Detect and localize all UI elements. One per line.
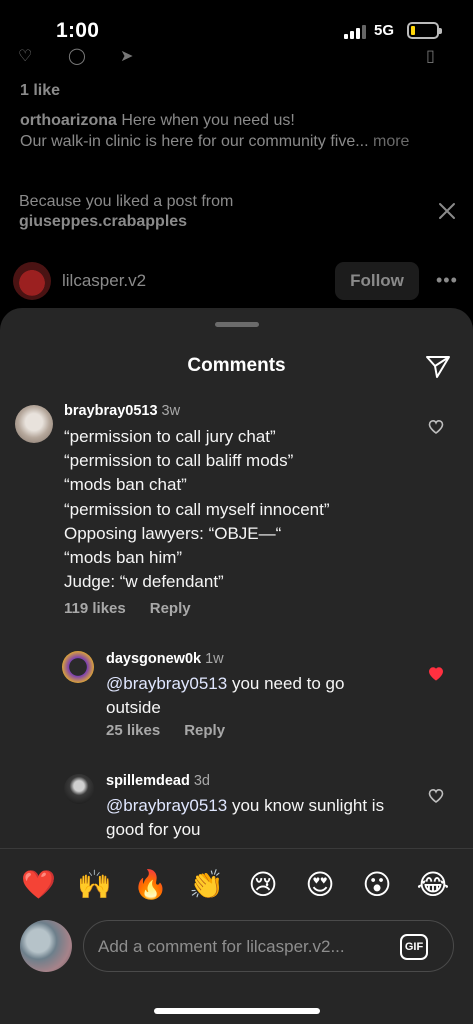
comment-text: @braybray0513 you know sunlight is good … [106,794,384,842]
post-action-icons: ♡ ◯ ➤ ▯ [18,49,458,65]
comment-line: “permission to call baliff mods” [64,451,294,471]
comment-username[interactable]: daysgonew0k [106,651,201,667]
emoji-button[interactable]: 😢 [246,868,280,902]
comment-likes[interactable]: 25 likes [106,722,160,739]
reply-button[interactable]: Reply [150,600,191,617]
comment-item: braybray0513 3w “permission to call jury … [0,398,473,624]
comment-meta: 25 likes Reply [106,722,225,739]
comment-avatar[interactable] [64,774,94,804]
mention-link[interactable]: @braybray0513 [106,674,227,693]
emoji-button[interactable]: 😍 [303,868,337,902]
send-icon[interactable] [424,352,452,380]
bookmark-icon[interactable]: ▯ [426,49,435,65]
emoji-button[interactable]: 🔥 [133,868,168,902]
gif-button[interactable]: GIF [400,934,428,960]
caption-text-line1: Here when you need us! [116,112,295,129]
comment-timestamp: 3d [193,773,210,789]
close-icon[interactable] [436,200,458,222]
heart-filled-icon[interactable] [428,666,444,682]
comment-text: “permission to call jury chat” “permissi… [64,425,329,594]
emoji-button[interactable]: 😂 [416,868,450,902]
share-icon[interactable]: ➤ [120,49,133,65]
suggestion-notice: Because you liked a post from giuseppes.… [19,192,233,232]
comment-line: good for you [106,820,201,840]
reply-item: daysgonew0k 1w @braybray0513 you need to … [0,648,473,748]
post-like-count[interactable]: 1 like [20,82,60,100]
post-caption[interactable]: orthoarizona Here when you need us! Our … [20,110,460,152]
sheet-title: Comments [187,355,286,376]
emoji-button[interactable]: 🙌 [77,868,112,902]
reply-item: spillemdead 3d @braybray0513 you know sun… [0,770,473,848]
comment-text: @braybray0513 you need to go outside [106,672,344,720]
comment-avatar[interactable] [15,405,53,443]
comment-line: outside [106,698,161,718]
comment-line: you know sunlight is [227,796,385,815]
reply-button[interactable]: Reply [184,722,225,739]
post-author-username[interactable]: lilcasper.v2 [62,271,146,291]
comment-input[interactable] [98,934,388,960]
comment-username[interactable]: spillemdead [106,773,190,789]
post-author-avatar[interactable] [13,262,51,300]
comment-likes[interactable]: 119 likes [64,600,126,617]
current-user-avatar[interactable] [20,920,72,972]
more-options-icon[interactable]: ••• [436,270,458,291]
comment-header: daysgonew0k 1w [106,651,224,667]
emoji-button[interactable]: ❤️ [21,868,56,902]
comment-composer[interactable]: GIF [83,920,454,972]
comment-line: Opposing lawyers: “OBJE—“ [64,523,282,543]
suggestion-text: Because you liked a post from [19,193,234,210]
comment-icon[interactable]: ◯ [68,49,86,65]
comment-line: “mods ban him” [64,548,183,568]
comment-timestamp: 3w [161,403,181,419]
comment-line: “mods ban chat” [64,475,187,495]
comment-header: braybray0513 3w [64,403,180,419]
comment-username[interactable]: braybray0513 [64,403,158,419]
comment-avatar[interactable] [62,651,94,683]
emoji-button[interactable]: 👏 [189,868,224,902]
heart-outline-icon[interactable] [428,419,444,435]
heart-outline-icon[interactable] [428,788,444,804]
comment-line: “permission to call myself innocent” [64,499,330,519]
caption-text-line2: Our walk-in clinic is here for our commu… [20,133,369,150]
comment-line: Judge: “w defendant” [64,572,224,592]
like-icon[interactable]: ♡ [18,49,32,65]
comment-line: you need to go [227,674,345,693]
home-indicator[interactable] [154,1008,320,1014]
background-feed: ♡ ◯ ➤ ▯ 1 like orthoarizona Here when yo… [0,0,473,320]
caption-more-link[interactable]: more [369,133,409,150]
comments-sheet: Comments braybray0513 3w “permission to c… [0,308,473,1024]
follow-button[interactable]: Follow [335,262,419,300]
sheet-drag-handle[interactable] [215,322,259,327]
comment-meta: 119 likes Reply [64,600,191,617]
caption-username[interactable]: orthoarizona [20,112,117,129]
comment-line: “permission to call jury chat” [64,427,276,446]
mention-link[interactable]: @braybray0513 [106,796,227,815]
comment-timestamp: 1w [205,651,224,667]
emoji-quick-bar: ❤️ 🙌 🔥 👏 😢 😍 😮 😂 [0,848,473,922]
comment-header: spillemdead 3d [106,773,210,789]
suggestion-account[interactable]: giuseppes.crabapples [19,213,187,230]
emoji-button[interactable]: 😮 [360,868,394,902]
comments-list[interactable]: braybray0513 3w “permission to call jury … [0,398,473,848]
